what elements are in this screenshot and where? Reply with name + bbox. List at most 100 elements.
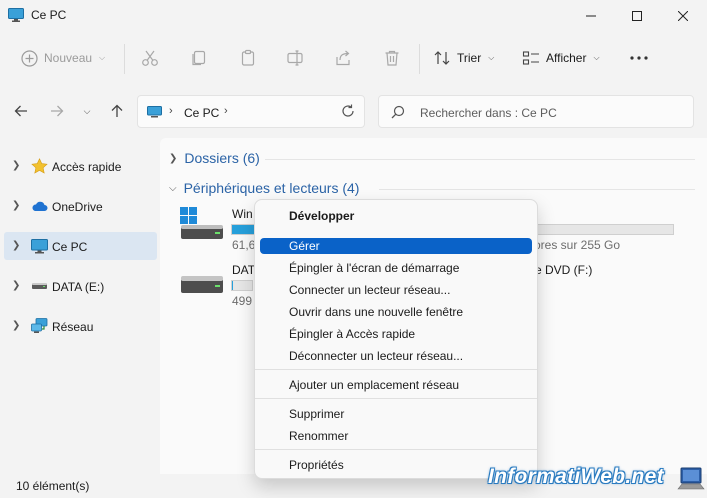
- group-header-label: Périphériques et lecteurs (4): [183, 180, 360, 196]
- dvd-drive-name[interactable]: e DVD (F:): [535, 263, 592, 277]
- sidebar-item-data-drive[interactable]: ❯ DATA (E:): [4, 272, 157, 300]
- close-button[interactable]: [660, 0, 706, 32]
- chevron-down-icon: ⌵: [593, 53, 600, 62]
- rename-button[interactable]: [286, 42, 304, 74]
- trash-icon: [385, 50, 399, 66]
- paste-button[interactable]: [239, 42, 257, 74]
- windows-drive-icon: [180, 207, 223, 239]
- refresh-icon[interactable]: [341, 104, 355, 118]
- star-icon: [31, 158, 48, 174]
- command-bar: Nouveau ⌵ Trier ⌵ Afficher ⌵: [0, 32, 707, 84]
- group-divider: [379, 189, 695, 190]
- menu-item-delete[interactable]: Supprimer: [260, 406, 532, 422]
- computer-icon: [8, 8, 24, 22]
- menu-item-pin-start[interactable]: Épingler à l'écran de démarrage: [260, 260, 532, 276]
- drive-name: Win: [232, 207, 253, 221]
- chevron-right-icon[interactable]: ❯: [12, 320, 20, 331]
- menu-item-pin-quick-access[interactable]: Épingler à Accès rapide: [260, 326, 532, 342]
- menu-item-add-network-location[interactable]: Ajouter un emplacement réseau: [260, 377, 532, 393]
- sidebar-item-label: Ce PC: [52, 240, 88, 254]
- copy-button[interactable]: [190, 42, 208, 74]
- drive-name: DAT: [232, 263, 256, 277]
- recent-locations-button[interactable]: ⌵: [76, 100, 98, 122]
- plus-circle-icon: [21, 49, 38, 67]
- drive-size: 499: [232, 294, 253, 308]
- group-header-label: Dossiers (6): [184, 150, 260, 166]
- chevron-right-icon[interactable]: ❯: [12, 200, 20, 211]
- forward-button[interactable]: [46, 100, 68, 122]
- menu-item-manage[interactable]: Gérer: [260, 238, 532, 254]
- more-options-button[interactable]: [630, 42, 648, 74]
- drive-icon: [181, 276, 223, 293]
- menu-separator: [255, 398, 537, 399]
- sort-icon: [434, 51, 450, 65]
- search-icon: [391, 105, 405, 119]
- view-list-icon: [522, 51, 539, 65]
- menu-item-expand[interactable]: Développer: [260, 208, 532, 224]
- back-button[interactable]: [10, 100, 32, 122]
- maximize-button[interactable]: [614, 0, 660, 32]
- title-bar: Ce PC: [0, 0, 707, 32]
- chevron-right-icon: ❯: [169, 152, 178, 164]
- chevron-down-icon: ⌵: [99, 53, 106, 62]
- view-label: Afficher: [546, 51, 587, 65]
- menu-item-disconnect-network-drive[interactable]: Déconnecter un lecteur réseau...: [260, 348, 532, 364]
- scissors-icon: [142, 50, 158, 66]
- address-bar[interactable]: › Ce PC ›: [137, 95, 365, 128]
- up-button[interactable]: [106, 100, 128, 122]
- menu-separator: [255, 369, 537, 370]
- chevron-right-icon[interactable]: ❯: [12, 280, 20, 291]
- share-button[interactable]: [334, 42, 352, 74]
- clipboard-icon: [241, 49, 255, 66]
- group-devices[interactable]: ⌵ Périphériques et lecteurs (4): [169, 180, 695, 196]
- sidebar-item-label: DATA (E:): [52, 280, 105, 294]
- menu-item-rename[interactable]: Renommer: [260, 428, 532, 444]
- sidebar-item-onedrive[interactable]: ❯ OneDrive: [4, 192, 157, 220]
- new-label: Nouveau: [44, 51, 93, 65]
- copy-icon: [192, 50, 206, 66]
- chevron-down-icon: ⌵: [488, 53, 495, 62]
- toolbar-divider: [419, 44, 420, 74]
- sidebar-item-network[interactable]: ❯ Réseau: [4, 312, 157, 340]
- search-box[interactable]: Rechercher dans : Ce PC: [378, 95, 694, 128]
- chevron-down-icon: ⌵: [83, 105, 91, 116]
- delete-button[interactable]: [383, 42, 401, 74]
- share-icon: [336, 50, 350, 66]
- chevron-right-icon[interactable]: ›: [224, 105, 228, 117]
- context-menu: Développer Gérer Épingler à l'écran de d…: [254, 199, 538, 479]
- arrow-right-icon: [51, 105, 64, 117]
- chevron-right-icon[interactable]: ❯: [12, 240, 20, 251]
- sort-button[interactable]: Trier ⌵: [433, 42, 494, 74]
- new-button[interactable]: Nouveau ⌵: [21, 42, 105, 74]
- chevron-right-icon[interactable]: ❯: [12, 160, 20, 171]
- cut-button[interactable]: [141, 42, 159, 74]
- menu-item-map-network-drive[interactable]: Connecter un lecteur réseau...: [260, 282, 532, 298]
- minimize-button[interactable]: [568, 0, 614, 32]
- computer-icon: [147, 106, 162, 118]
- navigation-pane: ❯ Accès rapide ❯ OneDrive ❯ Ce PC ❯ DATA…: [0, 138, 160, 474]
- close-icon: [678, 11, 688, 21]
- toolbar-divider: [124, 44, 125, 74]
- menu-item-open-new-window[interactable]: Ouvrir dans une nouvelle fenêtre: [260, 304, 532, 320]
- sidebar-item-quick-access[interactable]: ❯ Accès rapide: [4, 152, 157, 180]
- drive-usage-bar: [231, 280, 253, 291]
- window-title: Ce PC: [31, 8, 67, 22]
- sidebar-item-label: OneDrive: [52, 200, 103, 214]
- watermark-computer-icon: [677, 467, 705, 490]
- navigation-bar: ⌵ › Ce PC › Rechercher dans : Ce PC: [0, 84, 707, 138]
- group-divider: [265, 159, 695, 160]
- item-count: 10 élément(s): [16, 479, 90, 493]
- sidebar-item-this-pc[interactable]: ❯ Ce PC: [4, 232, 157, 260]
- view-button[interactable]: Afficher ⌵: [522, 42, 600, 74]
- ellipsis-icon: [630, 56, 648, 60]
- chevron-right-icon: ›: [169, 105, 173, 117]
- search-input[interactable]: Rechercher dans : Ce PC: [420, 106, 557, 120]
- drive-size: 61,6: [232, 238, 256, 252]
- minimize-icon: [586, 15, 596, 17]
- sidebar-item-label: Accès rapide: [52, 160, 122, 174]
- sidebar-item-label: Réseau: [52, 320, 94, 334]
- watermark: InformatiWeb.net: [488, 465, 664, 488]
- group-folders[interactable]: ❯ Dossiers (6): [169, 150, 695, 166]
- maximize-icon: [632, 11, 642, 21]
- breadcrumb[interactable]: Ce PC: [184, 106, 219, 120]
